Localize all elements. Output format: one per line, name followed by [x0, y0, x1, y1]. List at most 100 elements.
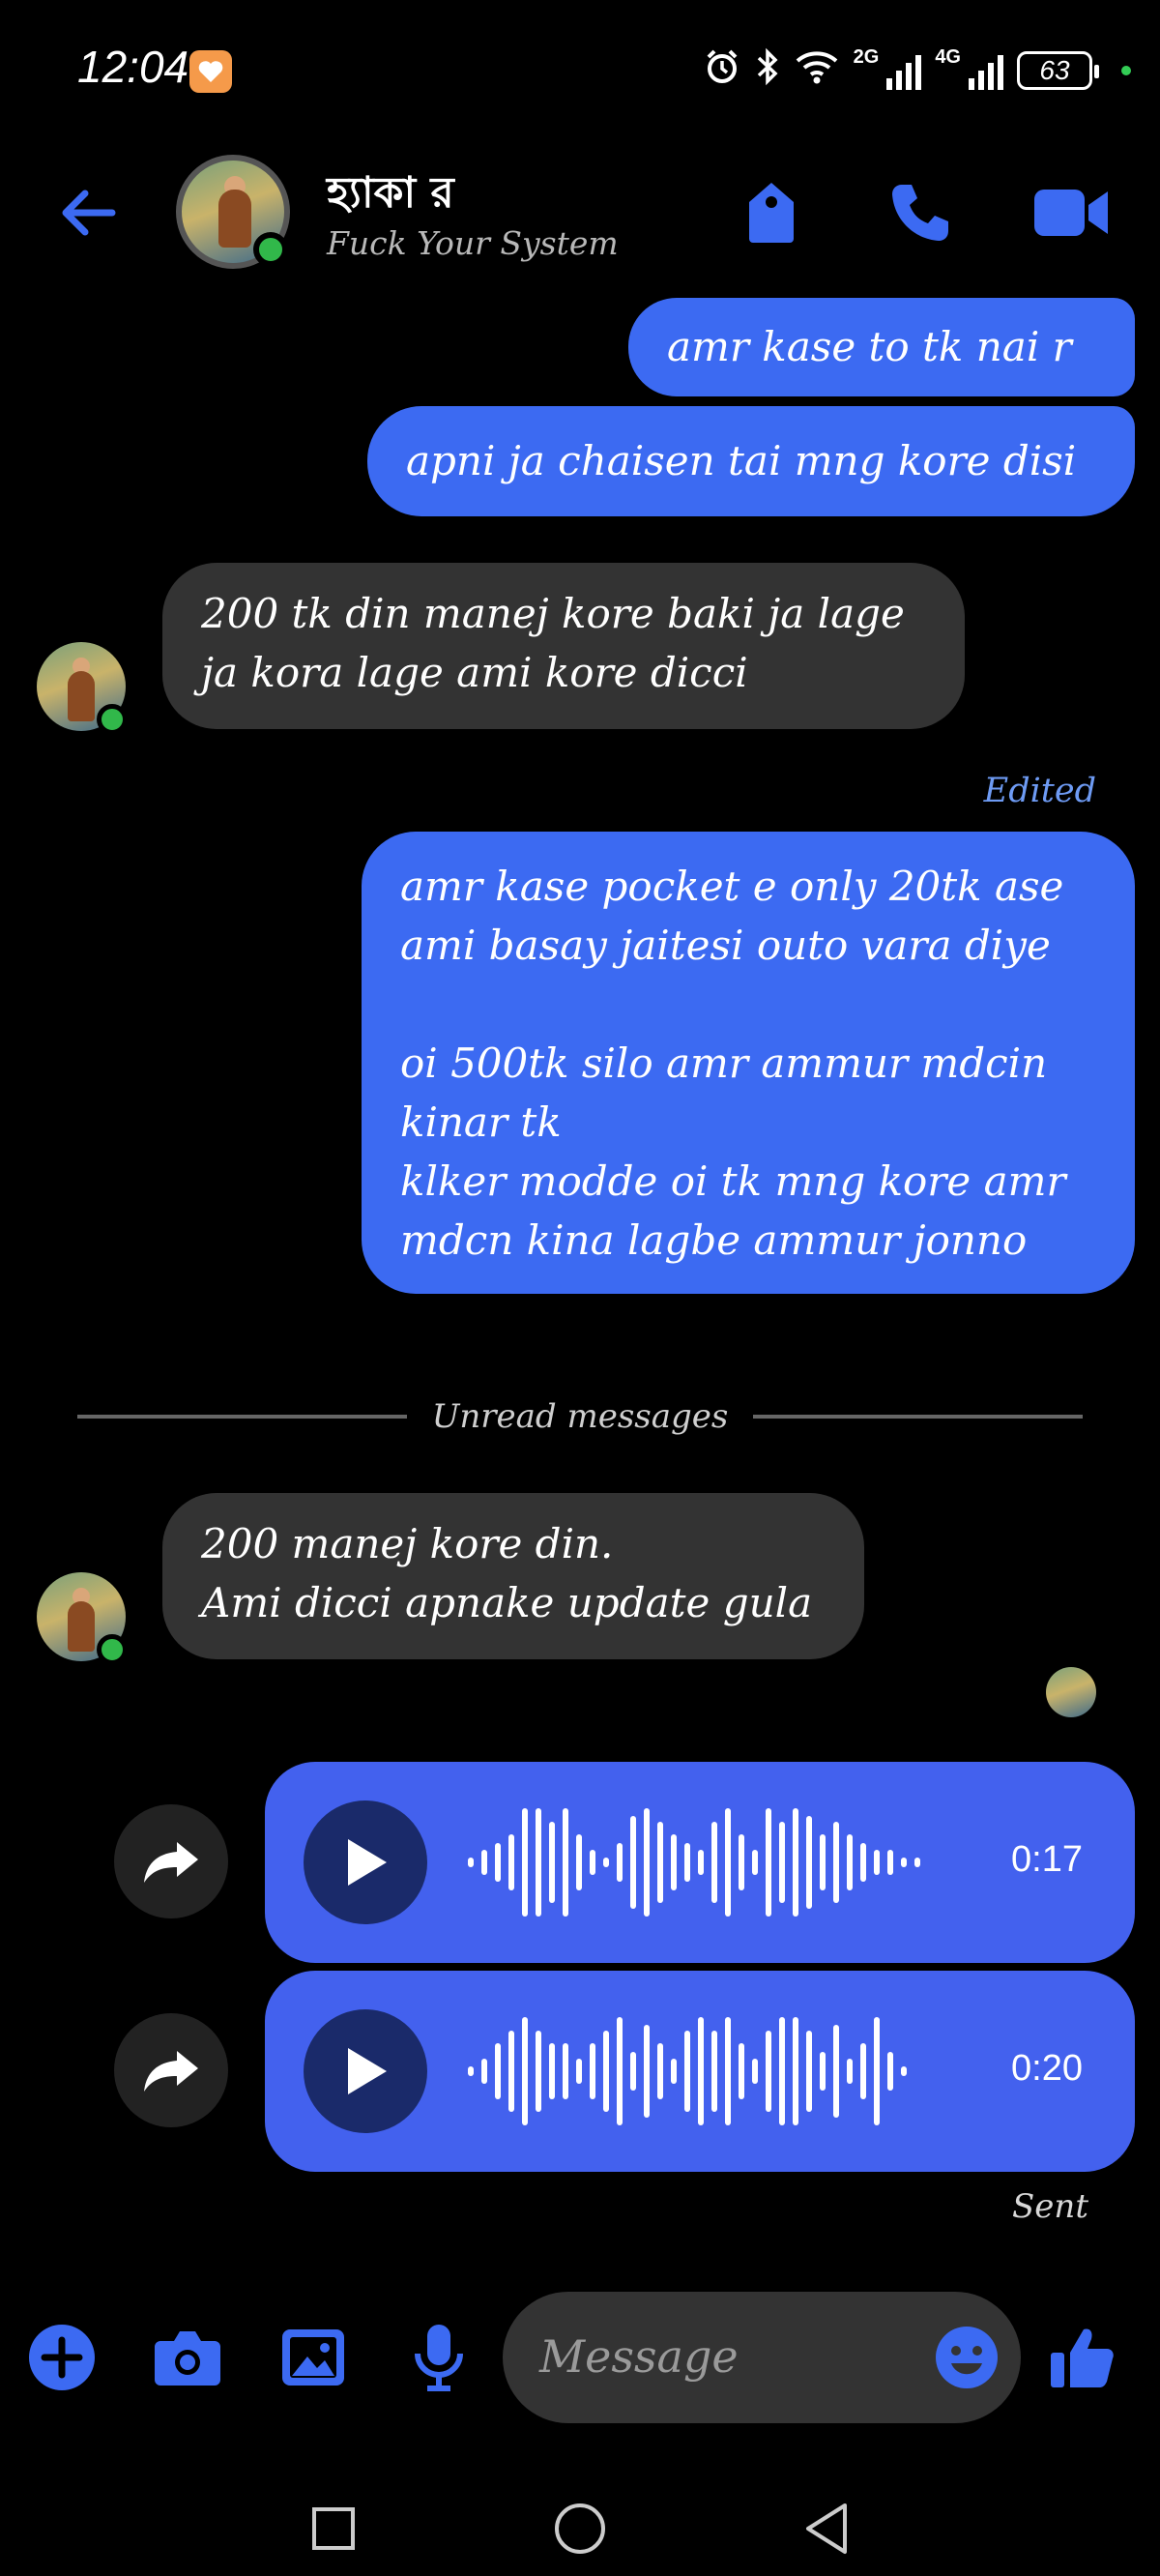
status-bar: 12:04 2G 4G 63 — [0, 0, 1160, 145]
network-type-2: 4G — [935, 46, 961, 68]
waveform-bar — [901, 2066, 907, 2076]
waveform-bar — [630, 1816, 636, 1909]
waveform-bar — [847, 1834, 853, 1890]
camera-icon — [155, 2331, 220, 2386]
message-text: 200 manej kore din. Ami dicci apnake upd… — [201, 1520, 813, 1626]
divider-label: Unread messages — [431, 1397, 729, 1436]
camera-button[interactable] — [149, 2319, 226, 2396]
waveform-bar — [779, 1822, 785, 1903]
voice-message[interactable]: 0:17 — [265, 1762, 1135, 1963]
contact-name[interactable]: হ্যাকা র — [327, 161, 454, 231]
waveform-bar — [833, 1822, 839, 1903]
message-input[interactable]: Message — [503, 2292, 1021, 2423]
online-status-dot — [253, 232, 288, 267]
waveform-bar — [468, 1858, 474, 1867]
voice-duration: 0:17 — [1011, 1839, 1083, 1880]
waveform-bar — [725, 1808, 731, 1917]
play-button[interactable] — [304, 2009, 427, 2133]
back-nav-button[interactable] — [793, 2495, 860, 2562]
thumbs-up-icon — [1051, 2328, 1114, 2387]
back-button[interactable] — [50, 176, 124, 249]
waveform-bar — [711, 2031, 717, 2112]
outgoing-message[interactable]: amr kase pocket e only 20tk ase ami basa… — [362, 832, 1135, 1294]
voice-message[interactable]: 0:20 — [265, 1971, 1135, 2172]
more-actions-button[interactable] — [23, 2319, 101, 2396]
waveform-bar — [603, 2031, 609, 2112]
play-icon — [348, 1839, 387, 1886]
gallery-icon — [282, 2329, 344, 2386]
online-status-dot — [97, 1634, 128, 1665]
audio-waveform[interactable] — [468, 2004, 907, 2139]
waveform-bar — [820, 2052, 826, 2091]
waveform-bar — [806, 1816, 812, 1909]
tag-button[interactable] — [733, 174, 810, 251]
waveform-bar — [820, 1834, 826, 1890]
waveform-bar — [766, 2031, 771, 2112]
forward-button[interactable] — [114, 1804, 228, 1918]
audio-waveform[interactable] — [468, 1795, 920, 1930]
emoji-icon — [936, 2327, 998, 2388]
back-icon — [806, 2503, 847, 2554]
forward-button[interactable] — [114, 2013, 228, 2127]
waveform-bar — [860, 1843, 866, 1882]
waveform-bar — [495, 1843, 501, 1882]
waveform-bar — [860, 2043, 866, 2099]
system-navigation-bar — [0, 2475, 1160, 2572]
waveform-bar — [590, 2043, 595, 2099]
waveform-bar — [833, 2025, 839, 2118]
tag-icon — [749, 183, 794, 243]
home-button[interactable] — [546, 2495, 614, 2562]
outgoing-message[interactable]: amr kase to tk nai r — [628, 298, 1135, 396]
waveform-bar — [644, 1808, 650, 1917]
online-status-dot — [97, 704, 128, 735]
play-icon — [348, 2048, 387, 2094]
waveform-bar — [617, 2017, 623, 2125]
waveform-bar — [657, 2043, 663, 2099]
waveform-bar — [711, 1822, 717, 1903]
privacy-indicator-dot — [1121, 66, 1131, 75]
waveform-bar — [684, 2031, 690, 2112]
waveform-bar — [914, 1858, 920, 1867]
recents-icon — [312, 2507, 355, 2550]
waveform-bar — [766, 1808, 771, 1917]
video-call-button[interactable] — [1032, 174, 1110, 251]
waveform-bar — [481, 2059, 487, 2084]
voice-record-button[interactable] — [400, 2319, 478, 2396]
call-button[interactable] — [882, 174, 959, 251]
contact-status: Fuck Your System — [327, 224, 619, 262]
waveform-bar — [481, 1850, 487, 1875]
like-button[interactable] — [1044, 2319, 1121, 2396]
waveform-bar — [739, 1834, 744, 1890]
waveform-bar — [806, 2031, 812, 2112]
message-text: amr kase pocket e only 20tk ase ami basa… — [400, 863, 1066, 1264]
waveform-bar — [671, 1834, 677, 1890]
message-text: amr kase to tk nai r — [667, 323, 1072, 370]
video-camera-icon — [1034, 190, 1108, 236]
emoji-button[interactable] — [932, 2323, 1001, 2392]
read-receipt-avatar — [1046, 1667, 1096, 1717]
waveform-bar — [684, 1843, 690, 1882]
waveform-bar — [522, 2017, 528, 2125]
incoming-message[interactable]: 200 manej kore din. Ami dicci apnake upd… — [162, 1493, 864, 1659]
heart-notification-icon — [189, 50, 232, 93]
waveform-bar — [495, 2043, 501, 2099]
outgoing-message[interactable]: apni ja chaisen tai mng kore disi — [367, 406, 1135, 516]
recents-button[interactable] — [300, 2495, 367, 2562]
waveform-bar — [549, 2043, 555, 2099]
unread-messages-divider: Unread messages — [77, 1392, 1084, 1441]
waveform-bar — [874, 1850, 880, 1875]
waveform-bar — [847, 2059, 853, 2084]
gallery-button[interactable] — [275, 2319, 352, 2396]
play-button[interactable] — [304, 1800, 427, 1924]
alarm-icon — [703, 47, 741, 95]
chat-header: হ্যাকা র Fuck Your System — [0, 145, 1160, 280]
waveform-bar — [671, 2059, 677, 2084]
incoming-message[interactable]: 200 tk din manej kore baki ja lage ja ko… — [162, 563, 965, 729]
waveform-bar — [793, 1808, 798, 1917]
back-arrow-icon — [62, 190, 116, 236]
waveform-bar — [468, 2066, 474, 2076]
message-text: 200 tk din manej kore baki ja lage ja ko… — [201, 590, 905, 696]
signal-strength-icon — [886, 51, 922, 90]
edited-label: Edited — [983, 772, 1096, 810]
waveform-bar — [630, 2052, 636, 2091]
